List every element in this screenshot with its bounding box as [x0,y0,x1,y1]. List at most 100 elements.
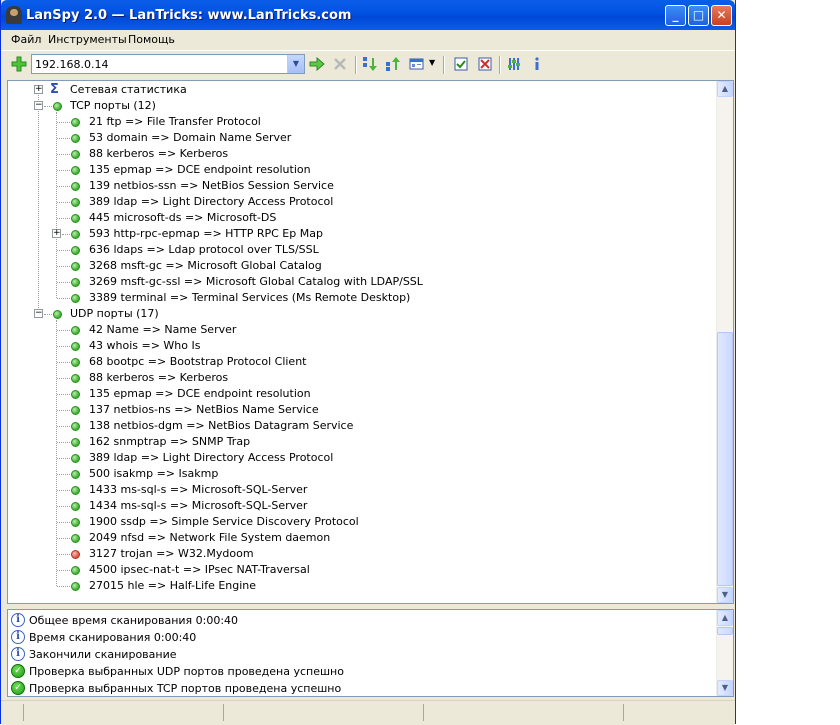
tree-connector [44,106,52,107]
tree-connector [57,298,70,299]
tree-connector [57,522,70,523]
info-icon: i [11,613,25,627]
tree-item[interactable]: 389 ldap => Light Directory Access Proto… [8,450,708,466]
view-options-icon[interactable] [409,56,425,72]
port-label: 1900 ssdp => Simple Service Discovery Pr… [89,515,359,528]
status-panel [223,704,423,721]
tree-item[interactable]: 21 ftp => File Transfer Protocol [8,114,708,130]
address-combobox[interactable]: 192.168.0.14 ▼ [31,54,305,74]
tree-connector [57,122,70,123]
tree-node-label: Сетевая статистика [70,83,187,96]
tree-item[interactable]: 138 netbios-dgm => NetBios Datagram Serv… [8,418,708,434]
scroll-thumb[interactable] [717,627,733,635]
status-ok-icon [71,390,80,399]
tree-item[interactable]: 137 netbios-ns => NetBios Name Service [8,402,708,418]
tree-item[interactable]: 3127 trojan => W32.Mydoom [8,546,708,562]
scan-results-tree[interactable]: + Σ Сетевая статистика − TCP порты (12) 21 ft… [7,80,734,604]
scroll-thumb[interactable] [717,332,733,586]
tree-item[interactable]: 3268 msft-gc => Microsoft Global Catalog [8,258,708,274]
tree-item[interactable]: 3389 terminal => Terminal Services (Ms R… [8,290,708,306]
status-alert-icon [71,550,80,559]
tree-connector [57,330,70,331]
title-bar[interactable]: LanSpy 2.0 — LanTricks: www.LanTricks.co… [1,0,735,30]
port-label: 68 bootpc => Bootstrap Protocol Client [89,355,307,368]
go-arrow-icon[interactable] [309,56,325,72]
status-ok-icon [71,214,80,223]
tree-item[interactable]: 389 ldap => Light Directory Access Proto… [8,194,708,210]
log-scrollbar[interactable]: ▲ ▼ [716,610,733,696]
tree-item[interactable]: 135 epmap => DCE endpoint resolution [8,162,708,178]
status-panel [623,704,723,721]
tree-connector [57,586,70,587]
tree-connector [57,554,70,555]
tree-item[interactable]: 135 epmap => DCE endpoint resolution [8,386,708,402]
tree-item[interactable]: 636 ldaps => Ldap protocol over TLS/SSL [8,242,708,258]
tree-scrollbar[interactable]: ▲ ▼ [716,81,733,603]
maximize-button[interactable]: □ [688,5,709,26]
stop-icon[interactable] [332,56,348,72]
minimize-button[interactable]: _ [665,5,686,26]
tree-node-label: UDP порты (17) [70,307,159,320]
tree-item[interactable]: 53 domain => Domain Name Server [8,130,708,146]
check-all-icon[interactable] [453,56,469,72]
tcp-ports-group[interactable]: − TCP порты (12) [8,98,708,114]
tree-node-network-stats[interactable]: + Σ Сетевая статистика [8,82,708,98]
status-ok-icon [71,438,80,447]
tree-item[interactable]: 2049 nfsd => Network File System daemon [8,530,708,546]
tree-item[interactable]: 43 whois => Who Is [8,338,708,354]
close-button[interactable]: ✕ [711,5,732,26]
uncheck-all-icon[interactable] [477,56,493,72]
menu-help[interactable]: Помощь [128,33,175,46]
address-input[interactable]: 192.168.0.14 [35,58,108,71]
expand-icon[interactable]: + [34,85,43,94]
chevron-down-icon[interactable]: ▼ [429,58,435,67]
tree-item[interactable]: 88 kerberos => Kerberos [8,146,708,162]
tree-item[interactable]: 500 isakmp => Isakmp [8,466,708,482]
export-icon[interactable] [385,56,401,72]
tree-item[interactable]: 27015 hle => Half-Life Engine [8,578,708,594]
log-text: Проверка выбранных UDP портов проведена … [29,665,344,678]
port-label: 135 epmap => DCE endpoint resolution [89,163,311,176]
tree-item[interactable]: +593 http-rpc-epmap => HTTP RPC Ep Map [8,226,708,242]
menu-file[interactable]: Файл [11,33,41,46]
tree-item[interactable]: 1433 ms-sql-s => Microsoft-SQL-Server [8,482,708,498]
menu-tools[interactable]: Инструменты [48,33,127,46]
tree-connector [57,474,70,475]
tree-item[interactable]: 139 netbios-ssn => NetBios Session Servi… [8,178,708,194]
log-text: Закончили сканирование [29,648,177,661]
tree-item[interactable]: 3269 msft-gc-ssl => Microsoft Global Cat… [8,274,708,290]
port-label: 389 ldap => Light Directory Access Proto… [89,195,334,208]
status-ok-icon [71,406,80,415]
port-label: 162 snmptrap => SNMP Trap [89,435,251,448]
udp-ports-group[interactable]: − UDP порты (17) [8,306,708,322]
check-icon: ✓ [11,681,25,695]
tree-item[interactable]: 42 Name => Name Server [8,322,708,338]
tree-item[interactable]: 68 bootpc => Bootstrap Protocol Client [8,354,708,370]
port-label: 3127 trojan => W32.Mydoom [89,547,254,560]
scroll-up-button[interactable]: ▲ [717,81,733,97]
collapse-icon[interactable]: − [34,309,43,318]
scroll-down-button[interactable]: ▼ [717,587,733,603]
port-label: 3389 terminal => Terminal Services (Ms R… [89,291,411,304]
tree-item[interactable]: 162 snmptrap => SNMP Trap [8,434,708,450]
scroll-up-button[interactable]: ▲ [717,610,733,626]
info-icon[interactable] [529,56,545,72]
tree-item[interactable]: 4500 ipsec-nat-t => IPsec NAT-Traversal [8,562,708,578]
tree-item[interactable]: 1434 ms-sql-s => Microsoft-SQL-Server [8,498,708,514]
tree-item[interactable]: 88 kerberos => Kerberos [8,370,708,386]
expand-icon[interactable]: + [52,229,61,238]
tree-connector [57,250,70,251]
add-icon[interactable] [11,56,27,72]
settings-icon[interactable] [507,56,523,72]
tree-connector [57,378,70,379]
port-label: 4500 ipsec-nat-t => IPsec NAT-Traversal [89,563,310,576]
chevron-down-icon[interactable]: ▼ [287,55,304,73]
tree-item[interactable]: 1900 ssdp => Simple Service Discovery Pr… [8,514,708,530]
tree-connector [57,490,70,491]
log-panel[interactable]: i Общее время сканирования 0:00:40 i Время … [7,609,734,697]
tree-item[interactable]: 445 microsoft-ds => Microsoft-DS [8,210,708,226]
scroll-down-button[interactable]: ▼ [717,680,733,696]
collapse-icon[interactable]: − [34,101,43,110]
tree-connector [57,570,70,571]
import-icon[interactable] [362,56,378,72]
